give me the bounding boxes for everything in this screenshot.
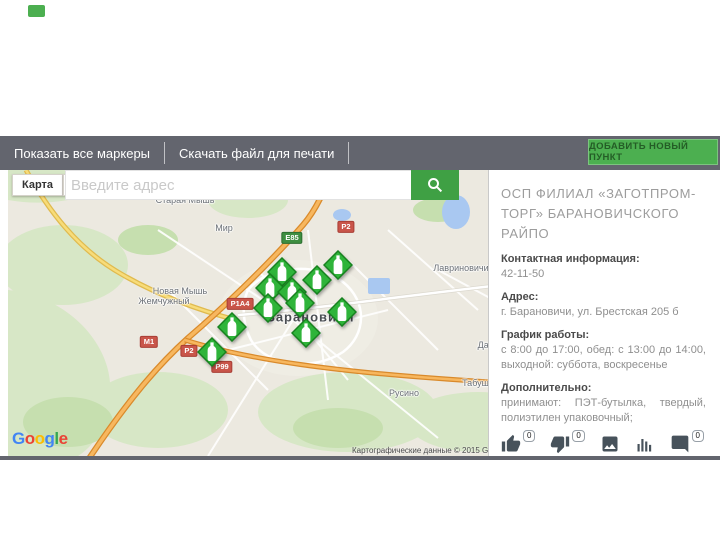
count-badge: 0 (691, 430, 704, 443)
section-header: Дополнительно: (501, 381, 592, 394)
road-badge: Р1А4 (226, 297, 254, 311)
map-label: Жемчужный (138, 296, 190, 306)
google-logo-letter: o (24, 429, 35, 448)
map-label: Новая Мышь (152, 286, 208, 296)
thumb-down-icon[interactable] (550, 434, 570, 459)
thumb-up-icon[interactable] (501, 434, 521, 459)
google-logo-letter: g (44, 429, 55, 448)
add-new-point-button[interactable]: ДОБАВИТЬ НОВЫЙ ПУНКТ (588, 139, 718, 165)
panel-action (600, 434, 620, 459)
panel-action (635, 434, 655, 459)
google-logo-letter: o (34, 429, 45, 448)
search-button[interactable] (411, 170, 459, 200)
section-header: Контактная информация: (501, 253, 640, 266)
google-logo-letter: e (58, 429, 68, 448)
info-section: Дополнительно: принимают: ПЭТ-бутылка, тв… (501, 382, 706, 426)
section-body: 42-11-50 (501, 268, 545, 281)
recycling-point-marker[interactable] (284, 287, 316, 319)
info-panel: ОСП ФИЛИАЛ «ЗАГОТПРОМ-ТОРГ» БАРАНОВИЧСКО… (488, 170, 718, 456)
address-search (65, 170, 459, 200)
recycling-point-marker[interactable] (252, 292, 284, 324)
info-section: График работы: с 8:00 до 17:00, обед: с 1… (501, 329, 706, 373)
road-badge: Е85 (281, 231, 303, 245)
download-print-file-link[interactable]: Скачать файл для печати (165, 146, 348, 161)
section-header: График работы: (501, 329, 590, 342)
road-badge: Р2 (180, 344, 198, 358)
point-title: ОСП ФИЛИАЛ «ЗАГОТПРОМ-ТОРГ» БАРАНОВИЧСКО… (501, 186, 696, 242)
info-section: Контактная информация: 42-11-50 (501, 253, 706, 282)
section-body: г. Барановичи, ул. Брестская 205 б (501, 306, 679, 319)
info-section: Адрес: г. Барановичи, ул. Брестская 205 б (501, 291, 706, 320)
count-badge: 0 (523, 430, 536, 443)
point-actions: 0 0 0 (501, 430, 706, 463)
bar-chart-icon[interactable] (635, 434, 655, 459)
section-body: с 8:00 до 17:00, обед: с 13:00 до 14:00,… (501, 344, 706, 371)
google-logo-letter: G (12, 429, 25, 448)
panel-action: 0 (501, 430, 536, 459)
search-icon (428, 178, 443, 193)
point-details: Контактная информация: 42-11-50 Адрес: г. Б… (501, 253, 706, 434)
recycling-point-marker[interactable] (326, 296, 358, 328)
panel-action: 0 (550, 430, 585, 459)
road-badge: М1 (139, 335, 159, 349)
map-label: Русино (389, 388, 419, 398)
show-all-markers-link[interactable]: Показать все маркеры (0, 146, 164, 161)
map-label: Лавриновичи (433, 263, 489, 273)
comment-icon[interactable] (670, 434, 690, 459)
page: Показать все маркеры Скачать файл для пе… (0, 0, 720, 540)
count-badge: 0 (572, 430, 585, 443)
panel-action: 0 (670, 430, 704, 459)
section-header: Адрес: (501, 291, 539, 304)
map-label: Мир (215, 223, 233, 233)
section-body: принимают: ПЭТ-бутылка, твердый, полиэти… (501, 396, 706, 424)
road-badge: Р2 (337, 220, 355, 234)
recycling-point-marker[interactable] (290, 317, 322, 349)
photo-icon[interactable] (600, 434, 620, 459)
toolbar-divider (348, 142, 350, 164)
recycling-point-marker[interactable] (196, 336, 228, 368)
google-logo[interactable]: Google (12, 429, 68, 449)
map-type-map-button[interactable]: Карта (12, 174, 64, 196)
map-attribution: Картографические данные © 2015 Google (352, 446, 508, 455)
address-search-input[interactable] (65, 170, 411, 200)
slide-logo-chip (28, 5, 45, 17)
